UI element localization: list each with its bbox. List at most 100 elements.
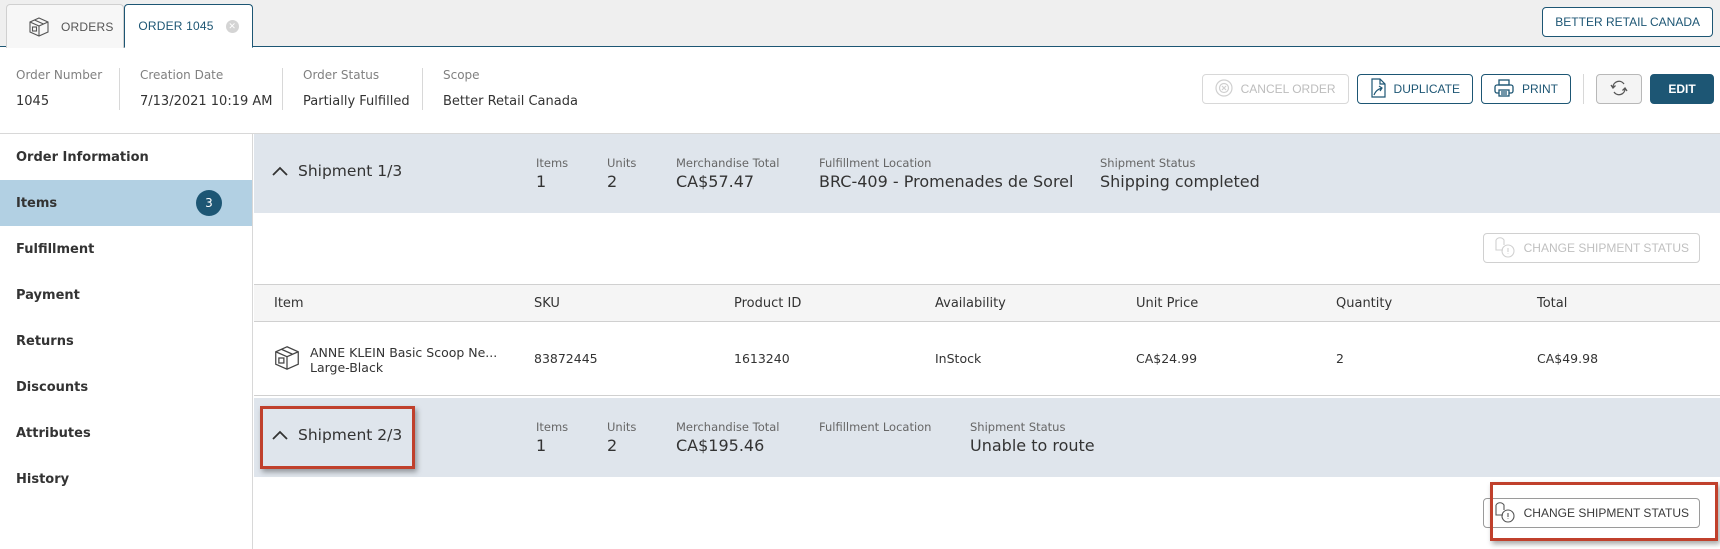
column-header-unit-price[interactable]: Unit Price <box>1136 296 1198 311</box>
creation-date-label: Creation Date <box>140 68 224 82</box>
meta-value: Shipping completed <box>1100 172 1260 191</box>
sidebar-item-history[interactable]: History <box>0 456 252 502</box>
column-header-availability[interactable]: Availability <box>935 296 1006 311</box>
column-header-total[interactable]: Total <box>1537 296 1567 311</box>
meta-label: Fulfillment Location <box>819 156 932 170</box>
sidebar-nav: Order Information Items 3 Fulfillment Pa… <box>0 134 253 549</box>
sidebar-item-label: Fulfillment <box>16 241 95 257</box>
item-variant: Large-Black <box>310 359 384 375</box>
shipment-1-items: Items 1 <box>536 156 568 191</box>
sidebar-item-attributes[interactable]: Attributes <box>0 410 252 456</box>
tab-bar: ORDERS ORDER 1045 ✕ BETTER RETAIL CANADA <box>0 0 1720 48</box>
item-name[interactable]: ANNE KLEIN Basic Scoop Ne... <box>310 345 497 360</box>
meta-value: CA$195.46 <box>676 436 765 455</box>
shipment-1-change-status-button[interactable]: CHANGE SHIPMENT STATUS <box>1482 233 1700 263</box>
shipment-1-status: Shipment Status Shipping completed <box>1100 156 1260 191</box>
meta-label: Units <box>607 420 637 434</box>
shipment-1-merch-total: Merchandise Total CA$57.47 <box>676 156 780 191</box>
close-icon[interactable]: ✕ <box>225 19 239 33</box>
order-status-value: Partially Fulfilled <box>303 94 410 109</box>
highlight-shipment-2-title <box>260 406 415 469</box>
shipment-2-header: Shipment 2/3 Items 1 Units 2 Merchandise… <box>254 398 1720 477</box>
items-count-badge: 3 <box>196 190 222 216</box>
cancel-order-button[interactable]: CANCEL ORDER <box>1201 74 1349 104</box>
edit-button[interactable]: EDIT <box>1650 74 1714 104</box>
refresh-button[interactable] <box>1596 74 1642 104</box>
chevron-up-icon <box>272 162 288 180</box>
shipment-2-merch-total: Merchandise Total CA$195.46 <box>676 420 780 455</box>
table-row[interactable]: ANNE KLEIN Basic Scoop Ne... Large-Black… <box>254 322 1720 396</box>
order-number-label: Order Number <box>16 68 103 82</box>
shipment-1-title: Shipment 1/3 <box>298 162 403 180</box>
column-header-sku[interactable]: SKU <box>534 296 560 311</box>
cancel-order-label: CANCEL ORDER <box>1240 82 1336 96</box>
shipment-1-location: Fulfillment Location BRC-409 - Promenade… <box>819 156 1073 191</box>
tab-order-label: ORDER 1045 <box>138 19 214 33</box>
print-button[interactable]: PRINT <box>1481 74 1571 104</box>
box-icon <box>27 16 51 38</box>
printer-icon <box>1494 78 1514 100</box>
order-status-label: Order Status <box>303 68 380 82</box>
sidebar-item-discounts[interactable]: Discounts <box>0 364 252 410</box>
sidebar-item-payment[interactable]: Payment <box>0 272 252 318</box>
meta-value: 1 <box>536 172 547 191</box>
meta-label: Fulfillment Location <box>819 420 932 434</box>
meta-value: 2 <box>607 172 618 191</box>
items-panel: Shipment 1/3 Items 1 Units 2 Merchandise… <box>254 134 1720 549</box>
sidebar-item-fulfillment[interactable]: Fulfillment <box>0 226 252 272</box>
cancel-circle-icon <box>1215 78 1233 100</box>
meta-label: Merchandise Total <box>676 420 780 434</box>
sidebar-item-label: Order Information <box>16 149 149 165</box>
meta-label: Items <box>536 156 569 170</box>
sidebar-item-items[interactable]: Items 3 <box>0 180 252 226</box>
duplicate-document-icon <box>1370 77 1386 101</box>
sidebar-item-returns[interactable]: Returns <box>0 318 252 364</box>
shipment-1-header: Shipment 1/3 Items 1 Units 2 Merchandise… <box>254 134 1720 213</box>
shipment-2-status: Shipment Status Unable to route <box>970 420 1095 455</box>
column-header-item[interactable]: Item <box>274 296 304 311</box>
quantity-cell: 2 <box>1336 351 1344 366</box>
divider <box>119 68 120 110</box>
meta-label: Shipment Status <box>1100 156 1196 170</box>
shipment-1-units: Units 2 <box>607 156 636 191</box>
scope-value: Better Retail Canada <box>443 94 578 109</box>
meta-label: Shipment Status <box>970 420 1066 434</box>
meta-value: BRC-409 - Promenades de Sorel <box>819 172 1074 191</box>
duplicate-button[interactable]: DUPLICATE <box>1356 74 1473 104</box>
tab-orders[interactable]: ORDERS <box>6 4 124 48</box>
tab-orders-label: ORDERS <box>61 19 114 34</box>
scope-field: Scope Better Retail Canada <box>443 68 578 109</box>
package-alert-icon <box>1494 236 1516 261</box>
tab-order-1045[interactable]: ORDER 1045 ✕ <box>124 4 253 48</box>
meta-label: Items <box>536 420 569 434</box>
scope-label: Scope <box>443 68 480 82</box>
items-table-header: Item SKU Product ID Availability Unit Pr… <box>254 284 1720 322</box>
shipment-2-units: Units 2 <box>607 420 636 455</box>
meta-value: 1 <box>536 436 547 455</box>
divider <box>1583 74 1584 104</box>
sidebar-item-label: Payment <box>16 287 80 303</box>
meta-label: Units <box>607 156 637 170</box>
product-id-cell: 1613240 <box>734 351 790 366</box>
column-header-quantity[interactable]: Quantity <box>1336 296 1392 311</box>
highlight-change-status-button <box>1490 482 1718 541</box>
divider <box>282 68 283 110</box>
sku-cell: 83872445 <box>534 351 598 366</box>
sidebar-item-order-information[interactable]: Order Information <box>0 134 252 180</box>
shipment-1-toggle[interactable]: Shipment 1/3 <box>272 162 402 180</box>
divider <box>422 68 423 110</box>
sidebar-item-label: Discounts <box>16 379 89 395</box>
meta-value: 2 <box>607 436 618 455</box>
shipment-2-items: Items 1 <box>536 420 568 455</box>
scope-selector-button[interactable]: BETTER RETAIL CANADA <box>1542 7 1713 37</box>
creation-date-field: Creation Date 7/13/2021 10:19 AM <box>140 68 273 109</box>
sidebar-item-label: History <box>16 471 70 487</box>
sidebar-item-label: Returns <box>16 333 74 349</box>
total-cell: CA$49.98 <box>1537 351 1599 366</box>
column-header-product-id[interactable]: Product ID <box>734 296 801 311</box>
order-actions: CANCEL ORDER DUPLICATE PRINT EDIT <box>1201 74 1714 104</box>
unit-price-cell: CA$24.99 <box>1136 351 1198 366</box>
duplicate-label: DUPLICATE <box>1393 82 1460 96</box>
product-box-icon <box>272 343 302 376</box>
shipment-2-location: Fulfillment Location <box>819 420 931 436</box>
